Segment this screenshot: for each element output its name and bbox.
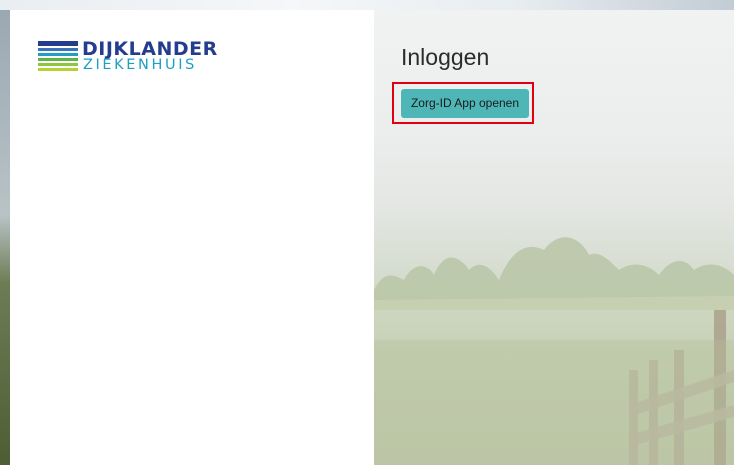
logo-mark-icon: [38, 41, 78, 71]
top-edge: [0, 0, 734, 10]
dijklander-logo: DIJKLANDER ZIEKENHUIS: [38, 40, 228, 74]
zorg-id-app-button[interactable]: Zorg-ID App openen: [401, 89, 529, 118]
background-landscape-strip: [0, 10, 10, 465]
fence-graphic: [374, 310, 734, 465]
branding-panel: [10, 10, 374, 465]
logo-name-line2: ZIEKENHUIS: [83, 57, 197, 73]
login-title: Inloggen: [401, 44, 490, 70]
landscape-image: [374, 10, 734, 465]
